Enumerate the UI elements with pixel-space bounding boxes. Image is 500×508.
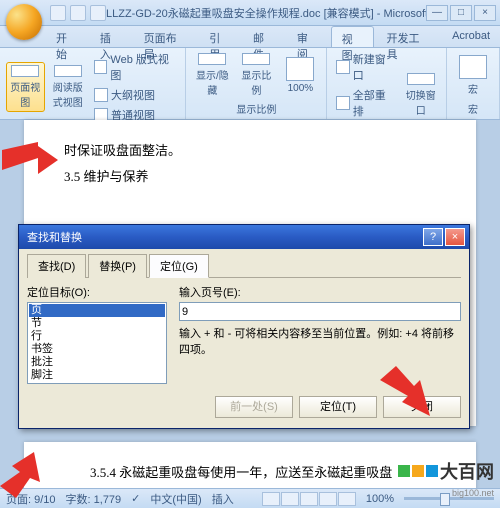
undo-icon[interactable] [70, 5, 86, 21]
web-view-button[interactable]: Web 版式视图 [91, 50, 179, 84]
target-listbox[interactable]: 页 节 行 书签 批注 脚注 [27, 302, 167, 384]
switch-window-button[interactable]: 切换窗口 [401, 70, 440, 120]
tab-insert[interactable]: 插入 [90, 26, 132, 47]
switch-icon [407, 73, 435, 85]
watermark-logo: 大百网 [398, 458, 494, 484]
dialog-help-button[interactable]: ? [423, 228, 443, 246]
insert-mode[interactable]: 插入 [212, 491, 234, 507]
print-layout-icon[interactable] [262, 492, 280, 506]
window-title: LLZZ-GD-20永磁起重吸盘安全操作规程.doc [兼容模式] - Micr… [106, 5, 426, 21]
tab-replace[interactable]: 替换(P) [88, 254, 147, 278]
page-view-button[interactable]: 页面视图 [6, 62, 45, 112]
doc-text: 时保证吸盘面整洁。 [64, 138, 436, 164]
target-label: 定位目标(O): [27, 284, 167, 300]
newwin-icon [336, 60, 349, 74]
doc-text: 3.5.4 永磁起重吸盘每使用一年，应送至永磁起重吸盘 [64, 460, 436, 486]
view-buttons [262, 492, 356, 506]
zoom-icon [242, 53, 270, 65]
web-icon [94, 60, 107, 74]
tab-review[interactable]: 审阅 [287, 26, 329, 47]
pagenum-label: 输入页号(E): [179, 284, 461, 300]
list-item[interactable]: 页 [29, 304, 165, 317]
dialog-close-button[interactable]: × [445, 228, 465, 246]
showhide-icon [198, 53, 226, 65]
tab-home[interactable]: 开始 [46, 26, 88, 47]
doc-text: 3.5 维护与保养 [64, 164, 436, 190]
title-bar: LLZZ-GD-20永磁起重吸盘安全操作规程.doc [兼容模式] - Micr… [0, 0, 500, 26]
percent-icon [286, 57, 314, 81]
page-view-icon [11, 65, 39, 77]
goto-button[interactable]: 定位(T) [299, 396, 377, 418]
web-layout-icon[interactable] [300, 492, 318, 506]
language-indicator[interactable]: 中文(中国) [150, 491, 201, 507]
tab-goto[interactable]: 定位(G) [149, 254, 209, 278]
annotation-arrow-icon [380, 366, 430, 416]
group-label: 宏 [453, 100, 493, 117]
macro-icon [459, 55, 487, 79]
tab-developer[interactable]: 开发工具 [376, 26, 440, 47]
read-view-button[interactable]: 阅读版式视图 [49, 62, 88, 112]
group-label: 显示比例 [192, 100, 320, 117]
ribbon: 页面视图 阅读版式视图 Web 版式视图 大纲视图 普通视图 文档视图 显示/隐… [0, 48, 500, 120]
read-view-icon [54, 65, 82, 77]
previous-button[interactable]: 前一处(S) [215, 396, 293, 418]
zoom-button[interactable]: 显示比例 [236, 50, 276, 100]
arrange-icon [336, 96, 349, 110]
annotation-arrow-icon [0, 452, 40, 498]
zoom-level[interactable]: 100% [366, 493, 394, 505]
annotation-arrow-icon [2, 140, 58, 180]
zoom-100-button[interactable]: 100% [280, 50, 320, 100]
outline-icon [94, 88, 108, 102]
minimize-button[interactable]: — [426, 5, 448, 21]
tab-mailings[interactable]: 邮件 [243, 26, 285, 47]
group-macro: 宏 宏 [447, 48, 500, 119]
dialog-title-bar[interactable]: 查找和替换 ? × [19, 225, 469, 249]
word-count[interactable]: 字数: 1,779 [66, 491, 122, 507]
watermark-url: big100.net [452, 488, 494, 498]
status-bar: 页面: 9/10 字数: 1,779 ✓ 中文(中国) 插入 100% [0, 488, 500, 508]
dialog-title: 查找和替换 [23, 229, 421, 245]
list-item[interactable]: 行 [29, 330, 165, 343]
hint-text: 输入 + 和 - 可将相关内容移至当前位置。例如: +4 将前移四项。 [179, 325, 461, 357]
quick-access-toolbar [50, 5, 106, 21]
group-window: 新建窗口 全部重排 拆分 切换窗口 窗口 [327, 48, 447, 119]
group-zoom: 显示/隐藏 显示比例 100% 显示比例 [186, 48, 327, 119]
ribbon-tabs: 开始 插入 页面布局 引用 邮件 审阅 视图 开发工具 Acrobat [0, 26, 500, 48]
tab-layout[interactable]: 页面布局 [134, 26, 198, 47]
list-item[interactable]: 节 [29, 317, 165, 330]
tab-acrobat[interactable]: Acrobat [442, 26, 500, 47]
list-item[interactable]: 书签 [29, 343, 165, 356]
group-views: 页面视图 阅读版式视图 Web 版式视图 大纲视图 普通视图 文档视图 [0, 48, 186, 119]
new-window-button[interactable]: 新建窗口 [333, 50, 397, 84]
proofing-icon[interactable]: ✓ [131, 492, 140, 505]
office-orb-button[interactable] [6, 4, 42, 40]
macro-button[interactable]: 宏 [453, 50, 493, 100]
tab-find[interactable]: 查找(D) [27, 254, 86, 278]
list-item[interactable]: 批注 [29, 356, 165, 369]
outline-view-button[interactable]: 大纲视图 [91, 86, 179, 104]
show-hide-button[interactable]: 显示/隐藏 [192, 50, 232, 100]
redo-icon[interactable] [90, 5, 106, 21]
pagenum-input[interactable] [179, 302, 461, 321]
outline-icon[interactable] [319, 492, 337, 506]
tab-references[interactable]: 引用 [199, 26, 241, 47]
arrange-all-button[interactable]: 全部重排 [333, 86, 397, 120]
dialog-tabs: 查找(D) 替换(P) 定位(G) [27, 253, 461, 278]
maximize-button[interactable]: □ [450, 5, 472, 21]
close-window-button[interactable]: × [474, 5, 496, 21]
tab-view[interactable]: 视图 [331, 26, 375, 47]
list-item[interactable]: 脚注 [29, 369, 165, 382]
fullscreen-icon[interactable] [281, 492, 299, 506]
save-icon[interactable] [50, 5, 66, 21]
draft-icon[interactable] [338, 492, 356, 506]
